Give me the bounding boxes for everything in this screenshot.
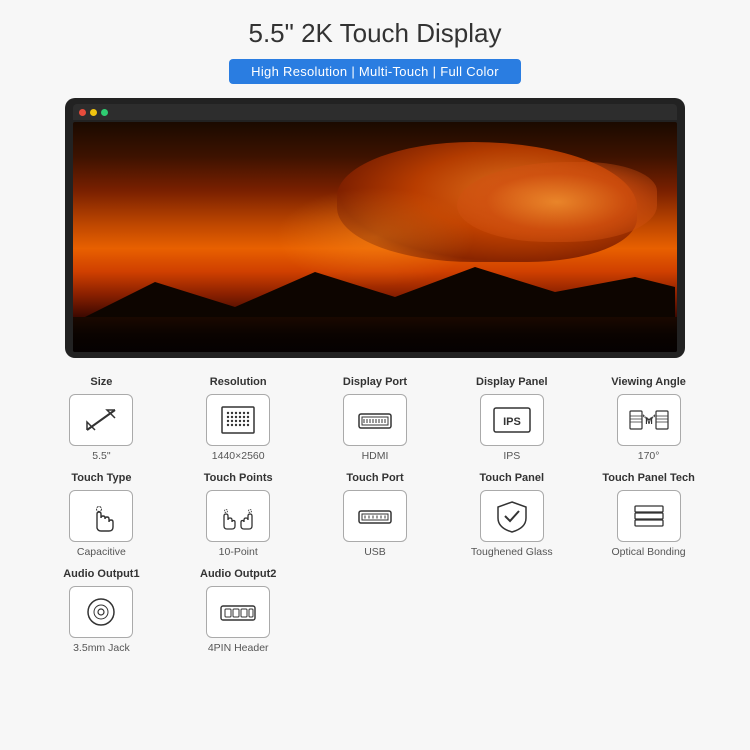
dot-red — [79, 109, 86, 116]
spec-touch-points-icon-box — [206, 490, 270, 542]
spec-audio-output1-label: Audio Output1 — [63, 568, 139, 580]
spec-touch-points-value: 10-Point — [219, 546, 258, 558]
spec-touch-port: Touch Port USB — [309, 472, 442, 558]
spec-audio-output2: Audio Output2 4PIN Header — [172, 568, 305, 654]
dot-green — [101, 109, 108, 116]
mountain-silhouette — [73, 262, 677, 322]
specs-row-1: Size 5.5" Resolution — [35, 376, 715, 462]
spec-touch-points-label: Touch Points — [204, 472, 273, 484]
spec-touch-panel-tech-value: Optical Bonding — [612, 546, 686, 558]
spec-display-port-icon-box — [343, 394, 407, 446]
usb-port-icon — [353, 498, 397, 534]
spec-touch-port-value: USB — [364, 546, 386, 558]
spec-touch-panel-tech: Touch Panel Tech Optical Bonding — [582, 472, 715, 558]
spec-size-value: 5.5" — [92, 450, 110, 462]
spec-audio-output2-icon-box — [206, 586, 270, 638]
spec-display-panel-icon-box: IPS — [480, 394, 544, 446]
display-top-bar — [73, 104, 677, 120]
spec-audio-output2-value: 4PIN Header — [208, 642, 269, 654]
water-reflection — [73, 317, 677, 352]
spec-resolution-value: 1440×2560 — [212, 450, 265, 462]
spec-touch-panel: Touch Panel Toughened Glass — [445, 472, 578, 558]
page-wrapper: 5.5" 2K Touch Display High Resolution | … — [0, 0, 750, 680]
spec-viewing-angle-label: Viewing Angle — [611, 376, 686, 388]
spec-audio-output2-label: Audio Output2 — [200, 568, 276, 580]
spec-touch-points: Touch Points 10-Point — [172, 472, 305, 558]
spec-touch-port-label: Touch Port — [346, 472, 403, 484]
spec-touch-type-label: Touch Type — [71, 472, 131, 484]
spec-display-panel-value: IPS — [503, 450, 520, 462]
spec-touch-panel-value: Toughened Glass — [471, 546, 553, 558]
spec-display-panel: Display Panel IPS IPS — [445, 376, 578, 462]
page-title: 5.5" 2K Touch Display — [248, 18, 501, 49]
spec-touch-type: Touch Type Capacitive — [35, 472, 168, 558]
hand-touch-icon — [79, 498, 123, 534]
spec-audio-output1-icon-box — [69, 586, 133, 638]
spec-display-port-value: HDMI — [362, 450, 389, 462]
spec-touch-panel-icon-box — [480, 490, 544, 542]
spec-resolution-label: Resolution — [210, 376, 267, 388]
spec-size: Size 5.5" — [35, 376, 168, 462]
svg-text:IPS: IPS — [503, 416, 521, 428]
spec-display-port-label: Display Port — [343, 376, 407, 388]
audio-jack-icon — [79, 594, 123, 630]
spec-viewing-angle: Viewing Angle M — [582, 376, 715, 462]
spec-display-port: Display Port HDMI — [309, 376, 442, 462]
spec-size-label: Size — [90, 376, 112, 388]
spec-viewing-angle-value: 170° — [638, 450, 660, 462]
dot-yellow — [90, 109, 97, 116]
spec-touch-panel-tech-icon-box — [617, 490, 681, 542]
display-screen — [73, 122, 677, 352]
specs-row-3: Audio Output1 3.5mm Jack Audio Output2 — [35, 568, 715, 654]
specs-row-2: Touch Type Capacitive Touch Points — [35, 472, 715, 558]
spec-touch-type-value: Capacitive — [77, 546, 126, 558]
spec-audio-output1-value: 3.5mm Jack — [73, 642, 130, 654]
spec-display-panel-label: Display Panel — [476, 376, 548, 388]
hdmi-port-icon — [353, 402, 397, 438]
display-image — [65, 98, 685, 358]
spec-resolution-icon-box — [206, 394, 270, 446]
diagonal-arrow-icon — [79, 402, 123, 438]
shield-check-icon — [490, 498, 534, 534]
viewing-angle-icon: M — [627, 402, 671, 438]
spec-size-icon-box — [69, 394, 133, 446]
spec-touch-port-icon-box — [343, 490, 407, 542]
spec-resolution: Resolution 1440×2560 — [172, 376, 305, 462]
grid-dots-icon — [216, 402, 260, 438]
subtitle-badge: High Resolution | Multi-Touch | Full Col… — [229, 59, 521, 84]
ips-panel-icon: IPS — [490, 402, 534, 438]
spec-audio-output1: Audio Output1 3.5mm Jack — [35, 568, 168, 654]
pin-header-icon — [216, 594, 260, 630]
spec-viewing-angle-icon-box: M — [617, 394, 681, 446]
layers-icon — [627, 498, 671, 534]
spec-touch-type-icon-box — [69, 490, 133, 542]
spec-touch-panel-tech-label: Touch Panel Tech — [602, 472, 695, 484]
multi-touch-icon — [216, 498, 260, 534]
spec-touch-panel-label: Touch Panel — [479, 472, 544, 484]
